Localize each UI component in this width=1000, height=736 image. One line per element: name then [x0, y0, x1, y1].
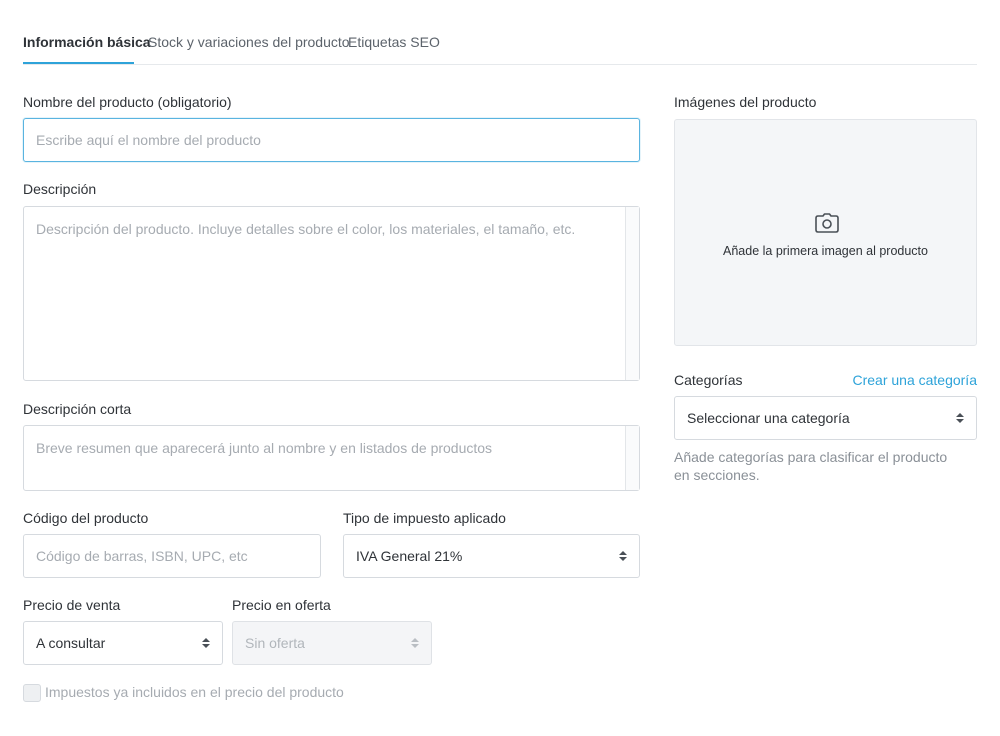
image-dropzone[interactable]: Añade la primera imagen al producto [674, 119, 977, 346]
create-category-link[interactable]: Crear una categoría [852, 372, 977, 388]
tab-stock-variations[interactable]: Stock y variaciones del producto [148, 34, 350, 50]
product-images-label: Imágenes del producto [674, 94, 817, 110]
tax-type-value: IVA General 21% [356, 548, 463, 564]
short-description-textarea[interactable] [23, 425, 640, 491]
short-description-label: Descripción corta [23, 401, 132, 417]
camera-icon [815, 213, 839, 233]
tab-basic-info[interactable]: Información básica [23, 34, 151, 50]
tab-bar: Información básica Stock y variaciones d… [23, 0, 977, 65]
description-label: Descripción [23, 181, 97, 197]
tab-seo-tags[interactable]: Etiquetas SEO [348, 34, 440, 50]
short-description-scrollbar[interactable] [625, 426, 639, 490]
active-tab-indicator [23, 62, 134, 64]
description-wrapper [23, 206, 640, 381]
tax-type-select[interactable]: IVA General 21% [343, 534, 640, 578]
category-select-value: Seleccionar una categoría [687, 410, 850, 426]
categories-help-text: Añade categorías para clasificar el prod… [674, 449, 948, 483]
category-select[interactable]: Seleccionar una categoría [674, 396, 977, 440]
product-name-input[interactable] [23, 118, 640, 162]
sale-price-select[interactable]: A consultar [23, 621, 223, 665]
product-name-label: Nombre del producto (obligatorio) [23, 94, 232, 110]
offer-price-label: Precio en oferta [232, 597, 331, 613]
short-description-wrapper [23, 425, 640, 491]
select-arrows-icon [956, 412, 964, 424]
categories-label: Categorías [674, 372, 743, 388]
select-arrows-icon [202, 637, 210, 649]
product-code-label: Código del producto [23, 510, 149, 526]
offer-price-select: Sin oferta [232, 621, 432, 665]
select-arrows-icon [619, 550, 627, 562]
add-image-text: Añade la primera imagen al producto [723, 244, 928, 258]
offer-price-value: Sin oferta [245, 635, 305, 651]
description-scrollbar[interactable] [625, 207, 639, 380]
sale-price-value: A consultar [36, 635, 106, 651]
product-code-input[interactable] [23, 534, 321, 578]
description-textarea[interactable] [23, 206, 640, 381]
sale-price-label: Precio de venta [23, 597, 121, 613]
taxes-included-checkbox[interactable] [23, 684, 41, 702]
tax-type-label: Tipo de impuesto aplicado [343, 510, 506, 526]
select-arrows-icon [411, 637, 419, 649]
taxes-included-label: Impuestos ya incluidos en el precio del … [45, 684, 344, 700]
